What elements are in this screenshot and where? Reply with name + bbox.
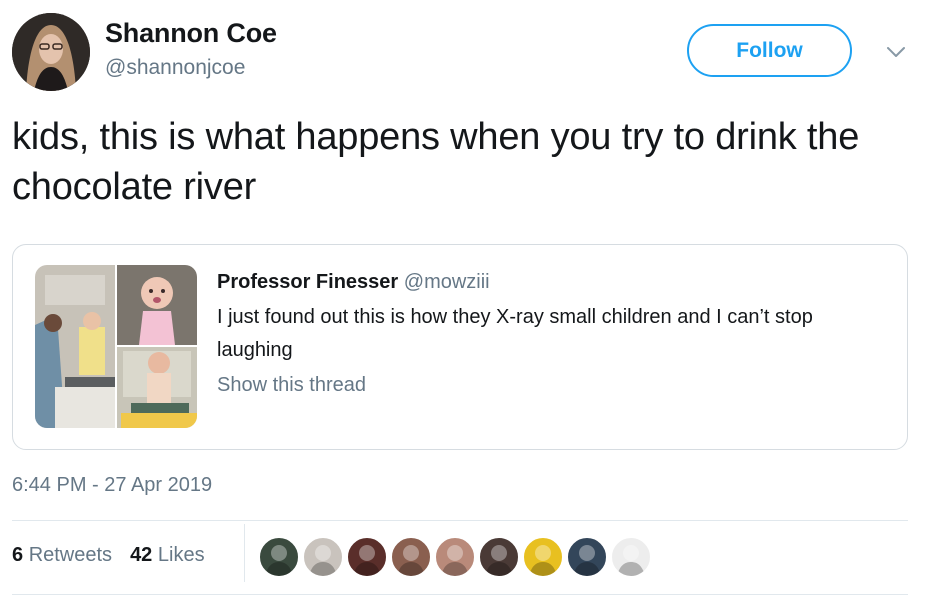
liker-avatar-6[interactable]: [478, 536, 520, 578]
tweet-stats: 6 Retweets 42 Likes: [12, 544, 205, 567]
author-name[interactable]: Shannon Coe: [105, 18, 277, 49]
liker-avatar-1[interactable]: [258, 536, 300, 578]
follow-button[interactable]: Follow: [687, 24, 852, 77]
quoted-author[interactable]: Professor Finesser @mowziii: [217, 271, 490, 294]
media-photo-grid: [35, 265, 197, 428]
likers-avatars: [258, 536, 654, 578]
quoted-tweet-media[interactable]: [35, 265, 197, 428]
liker-avatar-2[interactable]: [302, 536, 344, 578]
liker-avatar-9[interactable]: [610, 536, 652, 578]
stats-separator: [244, 524, 245, 582]
liker-avatar-4[interactable]: [390, 536, 432, 578]
tweet-timestamp[interactable]: 6:44 PM - 27 Apr 2019: [12, 474, 212, 497]
liker-avatar-5[interactable]: [434, 536, 476, 578]
liker-avatar-3[interactable]: [346, 536, 388, 578]
liker-avatar-7[interactable]: [522, 536, 564, 578]
tweet-text: kids, this is what happens when you try …: [12, 116, 860, 208]
likes-label: Likes: [157, 544, 205, 566]
likes-count: 42: [130, 544, 153, 566]
likes-stat[interactable]: 42 Likes: [130, 544, 205, 567]
author-handle[interactable]: @shannonjcoe: [105, 56, 245, 80]
retweets-stat[interactable]: 6 Retweets: [12, 544, 112, 567]
user-avatar-photo-icon: [12, 13, 90, 91]
divider-bottom: [12, 594, 908, 595]
author-avatar[interactable]: [12, 13, 90, 91]
retweets-label: Retweets: [28, 544, 113, 566]
quoted-tweet-text: I just found out this is how they X-ray …: [217, 306, 813, 361]
retweets-count: 6: [12, 544, 24, 566]
quoted-author-handle[interactable]: @mowziii: [404, 271, 490, 293]
show-thread-link[interactable]: Show this thread: [217, 374, 366, 397]
quoted-author-name[interactable]: Professor Finesser: [217, 271, 398, 293]
liker-avatar-8[interactable]: [566, 536, 608, 578]
divider-top: [12, 520, 908, 521]
chevron-down-icon[interactable]: [884, 40, 908, 64]
quoted-tweet[interactable]: Professor Finesser @mowziii I just found…: [12, 244, 908, 450]
